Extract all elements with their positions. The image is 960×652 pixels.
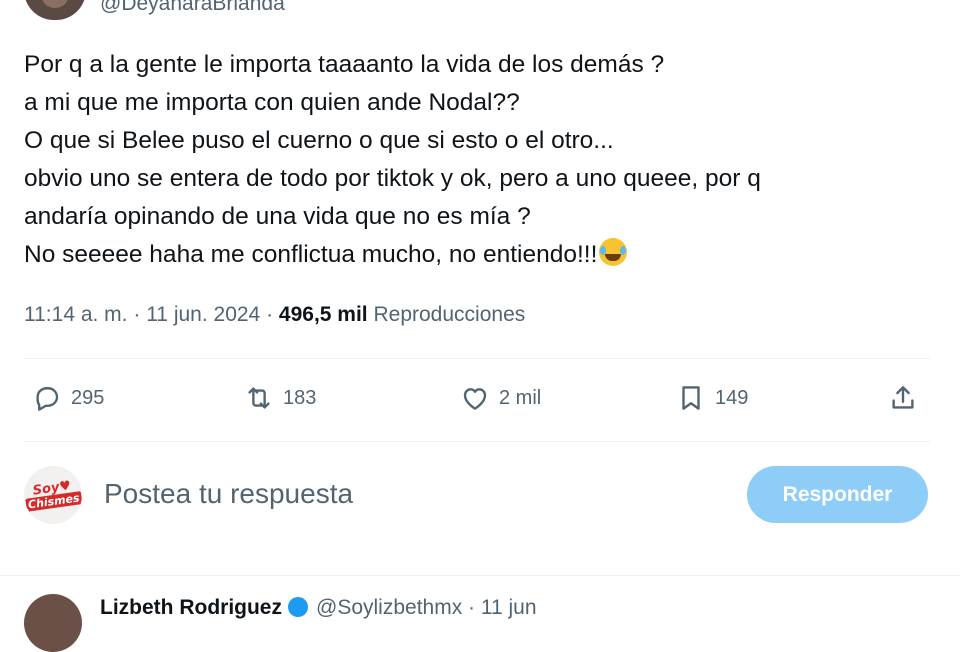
author-avatar[interactable]	[24, 0, 86, 20]
reply-composer: Soy♥ Chismes Postea tu respuesta Responde…	[24, 462, 930, 526]
divider	[24, 358, 930, 359]
views-count: 496,5 mil	[278, 303, 368, 326]
reply-icon	[36, 387, 59, 411]
share-icon	[892, 386, 914, 409]
repost-button[interactable]: 183	[244, 378, 316, 418]
tweet-line: No seeeee haha me conflictua mucho, no e…	[24, 241, 598, 268]
like-button[interactable]: 2 mil	[460, 378, 541, 418]
logo-icon: Soy♥ Chismes	[25, 478, 82, 512]
author-handle[interactable]: @DeyanaraBrianda	[100, 0, 285, 16]
face-with-tears-of-joy-icon	[599, 238, 628, 266]
reply-button[interactable]: 295	[32, 378, 104, 418]
bookmark-button[interactable]: 149	[676, 378, 748, 418]
reply-author-avatar[interactable]	[24, 594, 82, 652]
views-label: Reproducciones	[373, 303, 526, 326]
tweet-meta: 11:14 a. m. · 11 jun. 2024 · 496,5 mil R…	[24, 303, 525, 327]
meta-separator: ·	[127, 303, 147, 326]
divider	[24, 441, 930, 442]
like-count: 2 mil	[499, 386, 542, 409]
repost-icon	[248, 387, 270, 409]
reply-author-handle[interactable]: @Soylizbethmx · 11 jun	[316, 596, 537, 619]
tweet-text: Por q a la gente le importa taaaanto la …	[24, 46, 924, 274]
user-avatar[interactable]: Soy♥ Chismes	[24, 466, 82, 524]
heart-icon	[463, 388, 487, 410]
tweet-line-last: No seeeee haha me conflictua mucho, no e…	[24, 236, 924, 274]
tweet-line: O que si Belee puso el cuerno o que si e…	[24, 127, 614, 154]
tweet-date[interactable]: 11 jun. 2024	[146, 303, 260, 326]
reply-input[interactable]: Postea tu respuesta	[104, 478, 353, 510]
tweet-line: obvio uno se entera de todo por tiktok y…	[24, 165, 761, 192]
next-reply[interactable]: Lizbeth Rodriguez @Soylizbethmx · 11 jun	[0, 575, 960, 652]
repost-count: 183	[283, 386, 317, 409]
tweet-actions: 295 183 2 mil 149	[24, 378, 930, 418]
bookmark-icon	[682, 386, 700, 410]
tweet-line: Por q a la gente le importa taaaanto la …	[24, 51, 665, 78]
bookmark-count: 149	[715, 386, 749, 409]
reply-count: 295	[71, 386, 105, 409]
tweet-line: a mi que me importa con quien ande Nodal…	[24, 89, 520, 116]
share-button[interactable]	[888, 378, 918, 418]
tweet-line: andaría opinando de una vida que no es m…	[24, 203, 531, 230]
meta-separator: ·	[260, 303, 279, 326]
reply-author-name[interactable]: Lizbeth Rodriguez	[100, 596, 282, 619]
tweet-author-header: @DeyanaraBrianda	[0, 0, 960, 24]
verified-badge-icon	[288, 597, 308, 617]
reply-submit-button[interactable]: Responder	[747, 466, 928, 523]
tweet-time[interactable]: 11:14 a. m.	[24, 303, 128, 326]
